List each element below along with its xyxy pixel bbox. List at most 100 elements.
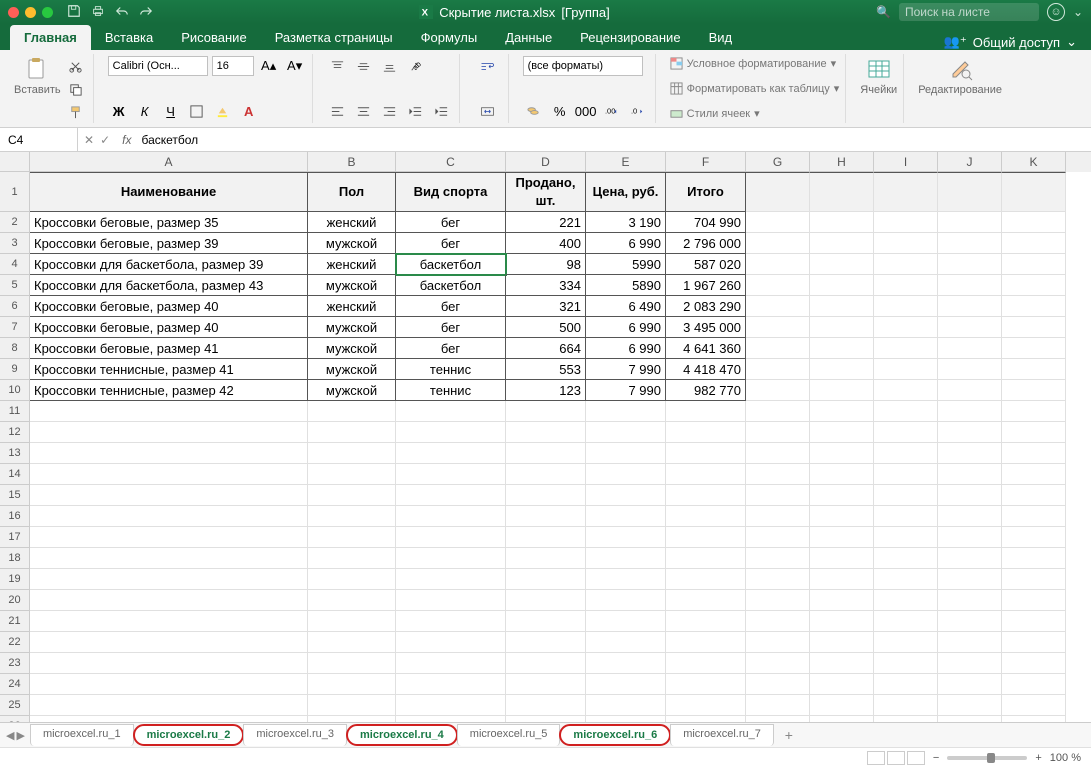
maximize-window[interactable]: [42, 7, 53, 18]
italic-button[interactable]: К: [134, 101, 156, 121]
comma-style-icon[interactable]: 000: [575, 101, 597, 121]
cell[interactable]: [396, 632, 506, 653]
cell[interactable]: [810, 464, 874, 485]
cell[interactable]: [666, 674, 746, 695]
cell[interactable]: Кроссовки теннисные, размер 41: [30, 359, 308, 380]
cell[interactable]: [874, 611, 938, 632]
cell[interactable]: 4 641 360: [666, 338, 746, 359]
decrease-font-icon[interactable]: A▾: [284, 56, 306, 76]
cell[interactable]: [1002, 317, 1066, 338]
cell[interactable]: 221: [506, 212, 586, 233]
cell[interactable]: [810, 695, 874, 716]
cell[interactable]: 123: [506, 380, 586, 401]
copy-icon[interactable]: [65, 79, 87, 99]
cell[interactable]: женский: [308, 212, 396, 233]
redo-icon[interactable]: [139, 4, 153, 21]
cell[interactable]: [1002, 212, 1066, 233]
cell[interactable]: [810, 296, 874, 317]
cell[interactable]: [586, 695, 666, 716]
cell[interactable]: [308, 590, 396, 611]
cell[interactable]: [874, 212, 938, 233]
cell[interactable]: [666, 443, 746, 464]
share-button[interactable]: 👥⁺Общий доступ⌄: [930, 34, 1091, 50]
cell[interactable]: [938, 632, 1002, 653]
format-as-table-button[interactable]: Форматировать как таблицу▾: [670, 81, 840, 96]
cell[interactable]: [586, 527, 666, 548]
cell[interactable]: 2 796 000: [666, 233, 746, 254]
cell[interactable]: [666, 485, 746, 506]
cell[interactable]: [874, 506, 938, 527]
header-cell[interactable]: Итого: [666, 172, 746, 212]
cell[interactable]: [938, 212, 1002, 233]
cell[interactable]: [746, 695, 810, 716]
underline-button[interactable]: Ч: [160, 101, 182, 121]
cell[interactable]: 500: [506, 317, 586, 338]
align-middle-icon[interactable]: [353, 56, 375, 76]
cell[interactable]: [874, 275, 938, 296]
cell[interactable]: [1002, 632, 1066, 653]
row-header[interactable]: 2: [0, 212, 30, 233]
cell[interactable]: [666, 653, 746, 674]
tab-home[interactable]: Главная: [10, 25, 91, 50]
cell[interactable]: теннис: [396, 359, 506, 380]
cell-styles-button[interactable]: Стили ячеек▾: [670, 106, 840, 121]
add-sheet-button[interactable]: +: [778, 727, 800, 743]
formula-input[interactable]: баскетбол: [137, 133, 1091, 147]
cell[interactable]: [1002, 653, 1066, 674]
cell[interactable]: [666, 464, 746, 485]
align-right-icon[interactable]: [379, 101, 401, 121]
row-header[interactable]: 13: [0, 443, 30, 464]
cell[interactable]: [586, 674, 666, 695]
cell[interactable]: [506, 590, 586, 611]
cell[interactable]: [30, 464, 308, 485]
cell[interactable]: [396, 653, 506, 674]
cell[interactable]: [506, 506, 586, 527]
cell[interactable]: Кроссовки беговые, размер 40: [30, 296, 308, 317]
cell[interactable]: [746, 172, 810, 212]
cell[interactable]: [746, 401, 810, 422]
cell[interactable]: [746, 233, 810, 254]
cell[interactable]: [586, 569, 666, 590]
cell[interactable]: [938, 422, 1002, 443]
cell[interactable]: [586, 548, 666, 569]
cell[interactable]: [938, 485, 1002, 506]
row-header[interactable]: 26: [0, 716, 30, 722]
zoom-level[interactable]: 100 %: [1050, 752, 1081, 764]
cell[interactable]: [1002, 380, 1066, 401]
cell[interactable]: [308, 632, 396, 653]
col-header-J[interactable]: J: [938, 152, 1002, 172]
cell[interactable]: [1002, 716, 1066, 722]
cell[interactable]: [30, 443, 308, 464]
cell[interactable]: Кроссовки для баскетбола, размер 39: [30, 254, 308, 275]
cell[interactable]: [938, 611, 1002, 632]
cell[interactable]: бег: [396, 233, 506, 254]
header-cell[interactable]: Наименование: [30, 172, 308, 212]
cell[interactable]: [874, 422, 938, 443]
sheet-tab[interactable]: microexcel.ru_7: [670, 724, 774, 746]
row-header[interactable]: 3: [0, 233, 30, 254]
tab-view[interactable]: Вид: [695, 25, 747, 50]
tab-review[interactable]: Рецензирование: [566, 25, 694, 50]
cell[interactable]: [396, 506, 506, 527]
decrease-indent-icon[interactable]: [405, 101, 427, 121]
cell[interactable]: [506, 632, 586, 653]
cell[interactable]: [586, 653, 666, 674]
cell[interactable]: 587 020: [666, 254, 746, 275]
cell[interactable]: мужской: [308, 380, 396, 401]
cell[interactable]: [308, 527, 396, 548]
col-header-E[interactable]: E: [586, 152, 666, 172]
cell[interactable]: [506, 653, 586, 674]
cell[interactable]: [938, 275, 1002, 296]
cell[interactable]: 4 418 470: [666, 359, 746, 380]
cut-icon[interactable]: [65, 56, 87, 76]
align-left-icon[interactable]: [327, 101, 349, 121]
cell[interactable]: теннис: [396, 380, 506, 401]
cell[interactable]: [938, 569, 1002, 590]
cell[interactable]: [308, 401, 396, 422]
cell[interactable]: [30, 485, 308, 506]
cell[interactable]: [746, 443, 810, 464]
cell[interactable]: [938, 172, 1002, 212]
font-color-icon[interactable]: А: [238, 101, 260, 121]
row-header[interactable]: 20: [0, 590, 30, 611]
cell[interactable]: 400: [506, 233, 586, 254]
